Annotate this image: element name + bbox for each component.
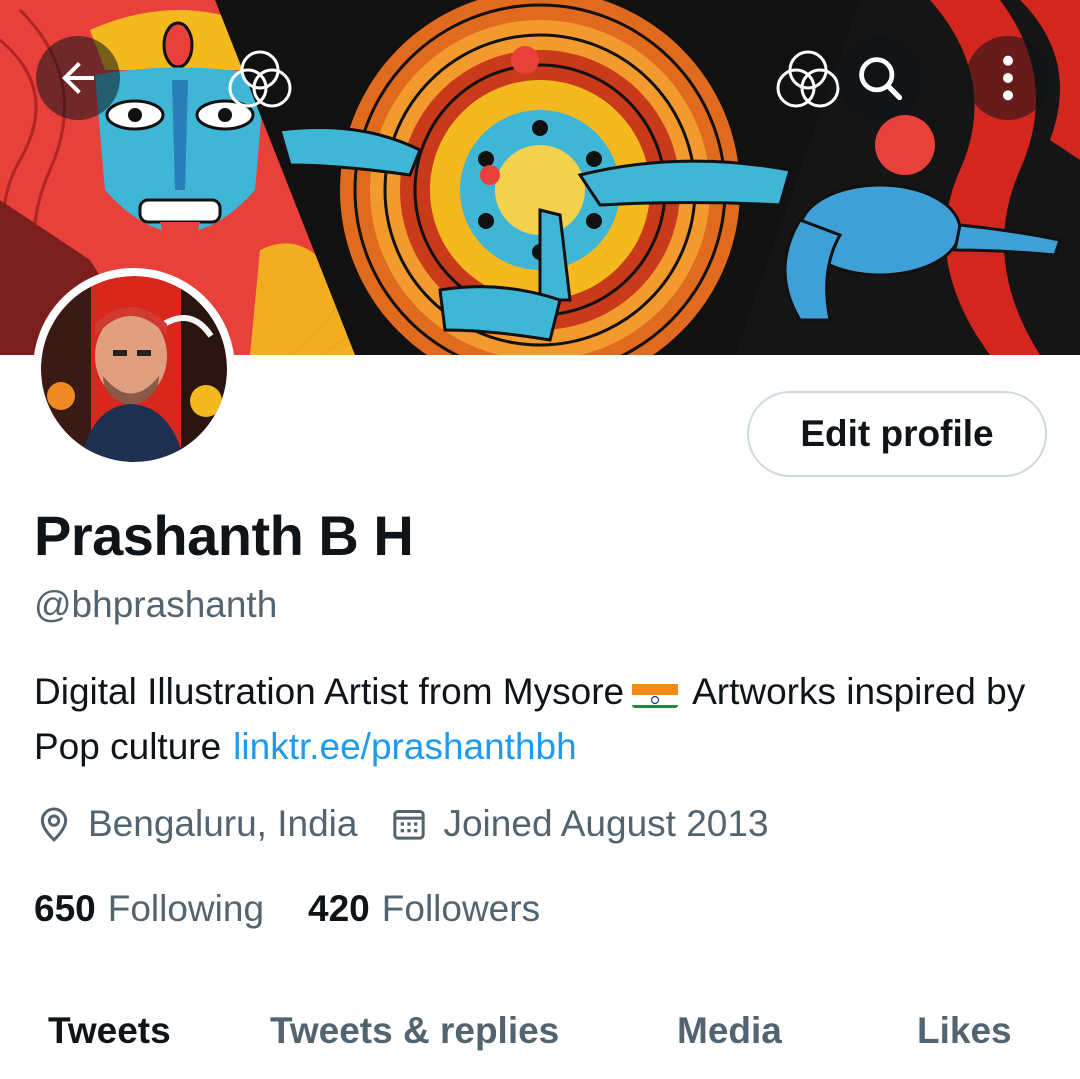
profile-meta: Bengaluru, India Joined August 2013	[34, 803, 769, 845]
profile-tabs: Tweets Tweets & replies Media Likes	[0, 1000, 1080, 1079]
tab-tweets[interactable]: Tweets	[48, 1010, 171, 1052]
search-icon	[859, 57, 903, 101]
location-item: Bengaluru, India	[34, 803, 357, 845]
india-flag-icon	[632, 676, 679, 708]
more-options-button[interactable]	[966, 36, 1050, 120]
tab-tweets-and-replies[interactable]: Tweets & replies	[270, 1010, 559, 1052]
more-vertical-icon	[1003, 55, 1013, 101]
bio-text: Digital Illustration Artist from Mysore	[34, 671, 625, 712]
following-link[interactable]: 650 Following	[34, 888, 264, 930]
avatar-image	[41, 276, 227, 462]
following-label: Following	[107, 888, 265, 929]
followers-link[interactable]: 420 Followers	[308, 888, 540, 930]
joined-text: Joined August 2013	[443, 803, 769, 844]
profile-avatar[interactable]	[33, 268, 235, 470]
edit-profile-button[interactable]: Edit profile	[747, 391, 1047, 477]
followers-count: 420	[308, 888, 370, 929]
display-name: Prashanth B H	[34, 504, 414, 567]
following-count: 650	[34, 888, 96, 929]
follow-stats: 650 Following 420 Followers	[34, 888, 540, 930]
calendar-icon	[393, 810, 426, 840]
profile-bio: Digital Illustration Artist from Mysore A…	[34, 664, 1044, 774]
arrow-left-icon	[62, 62, 94, 94]
followers-label: Followers	[381, 888, 541, 929]
back-button[interactable]	[36, 36, 120, 120]
tab-media[interactable]: Media	[677, 1010, 782, 1052]
tab-likes[interactable]: Likes	[917, 1010, 1012, 1052]
location-text: Bengaluru, India	[88, 803, 358, 844]
user-handle: @bhprashanth	[34, 584, 278, 625]
bio-link[interactable]: linktr.ee/prashanthbh	[233, 726, 577, 767]
joined-item: Joined August 2013	[389, 803, 769, 845]
location-pin-icon	[40, 807, 68, 842]
search-button[interactable]	[838, 36, 922, 120]
